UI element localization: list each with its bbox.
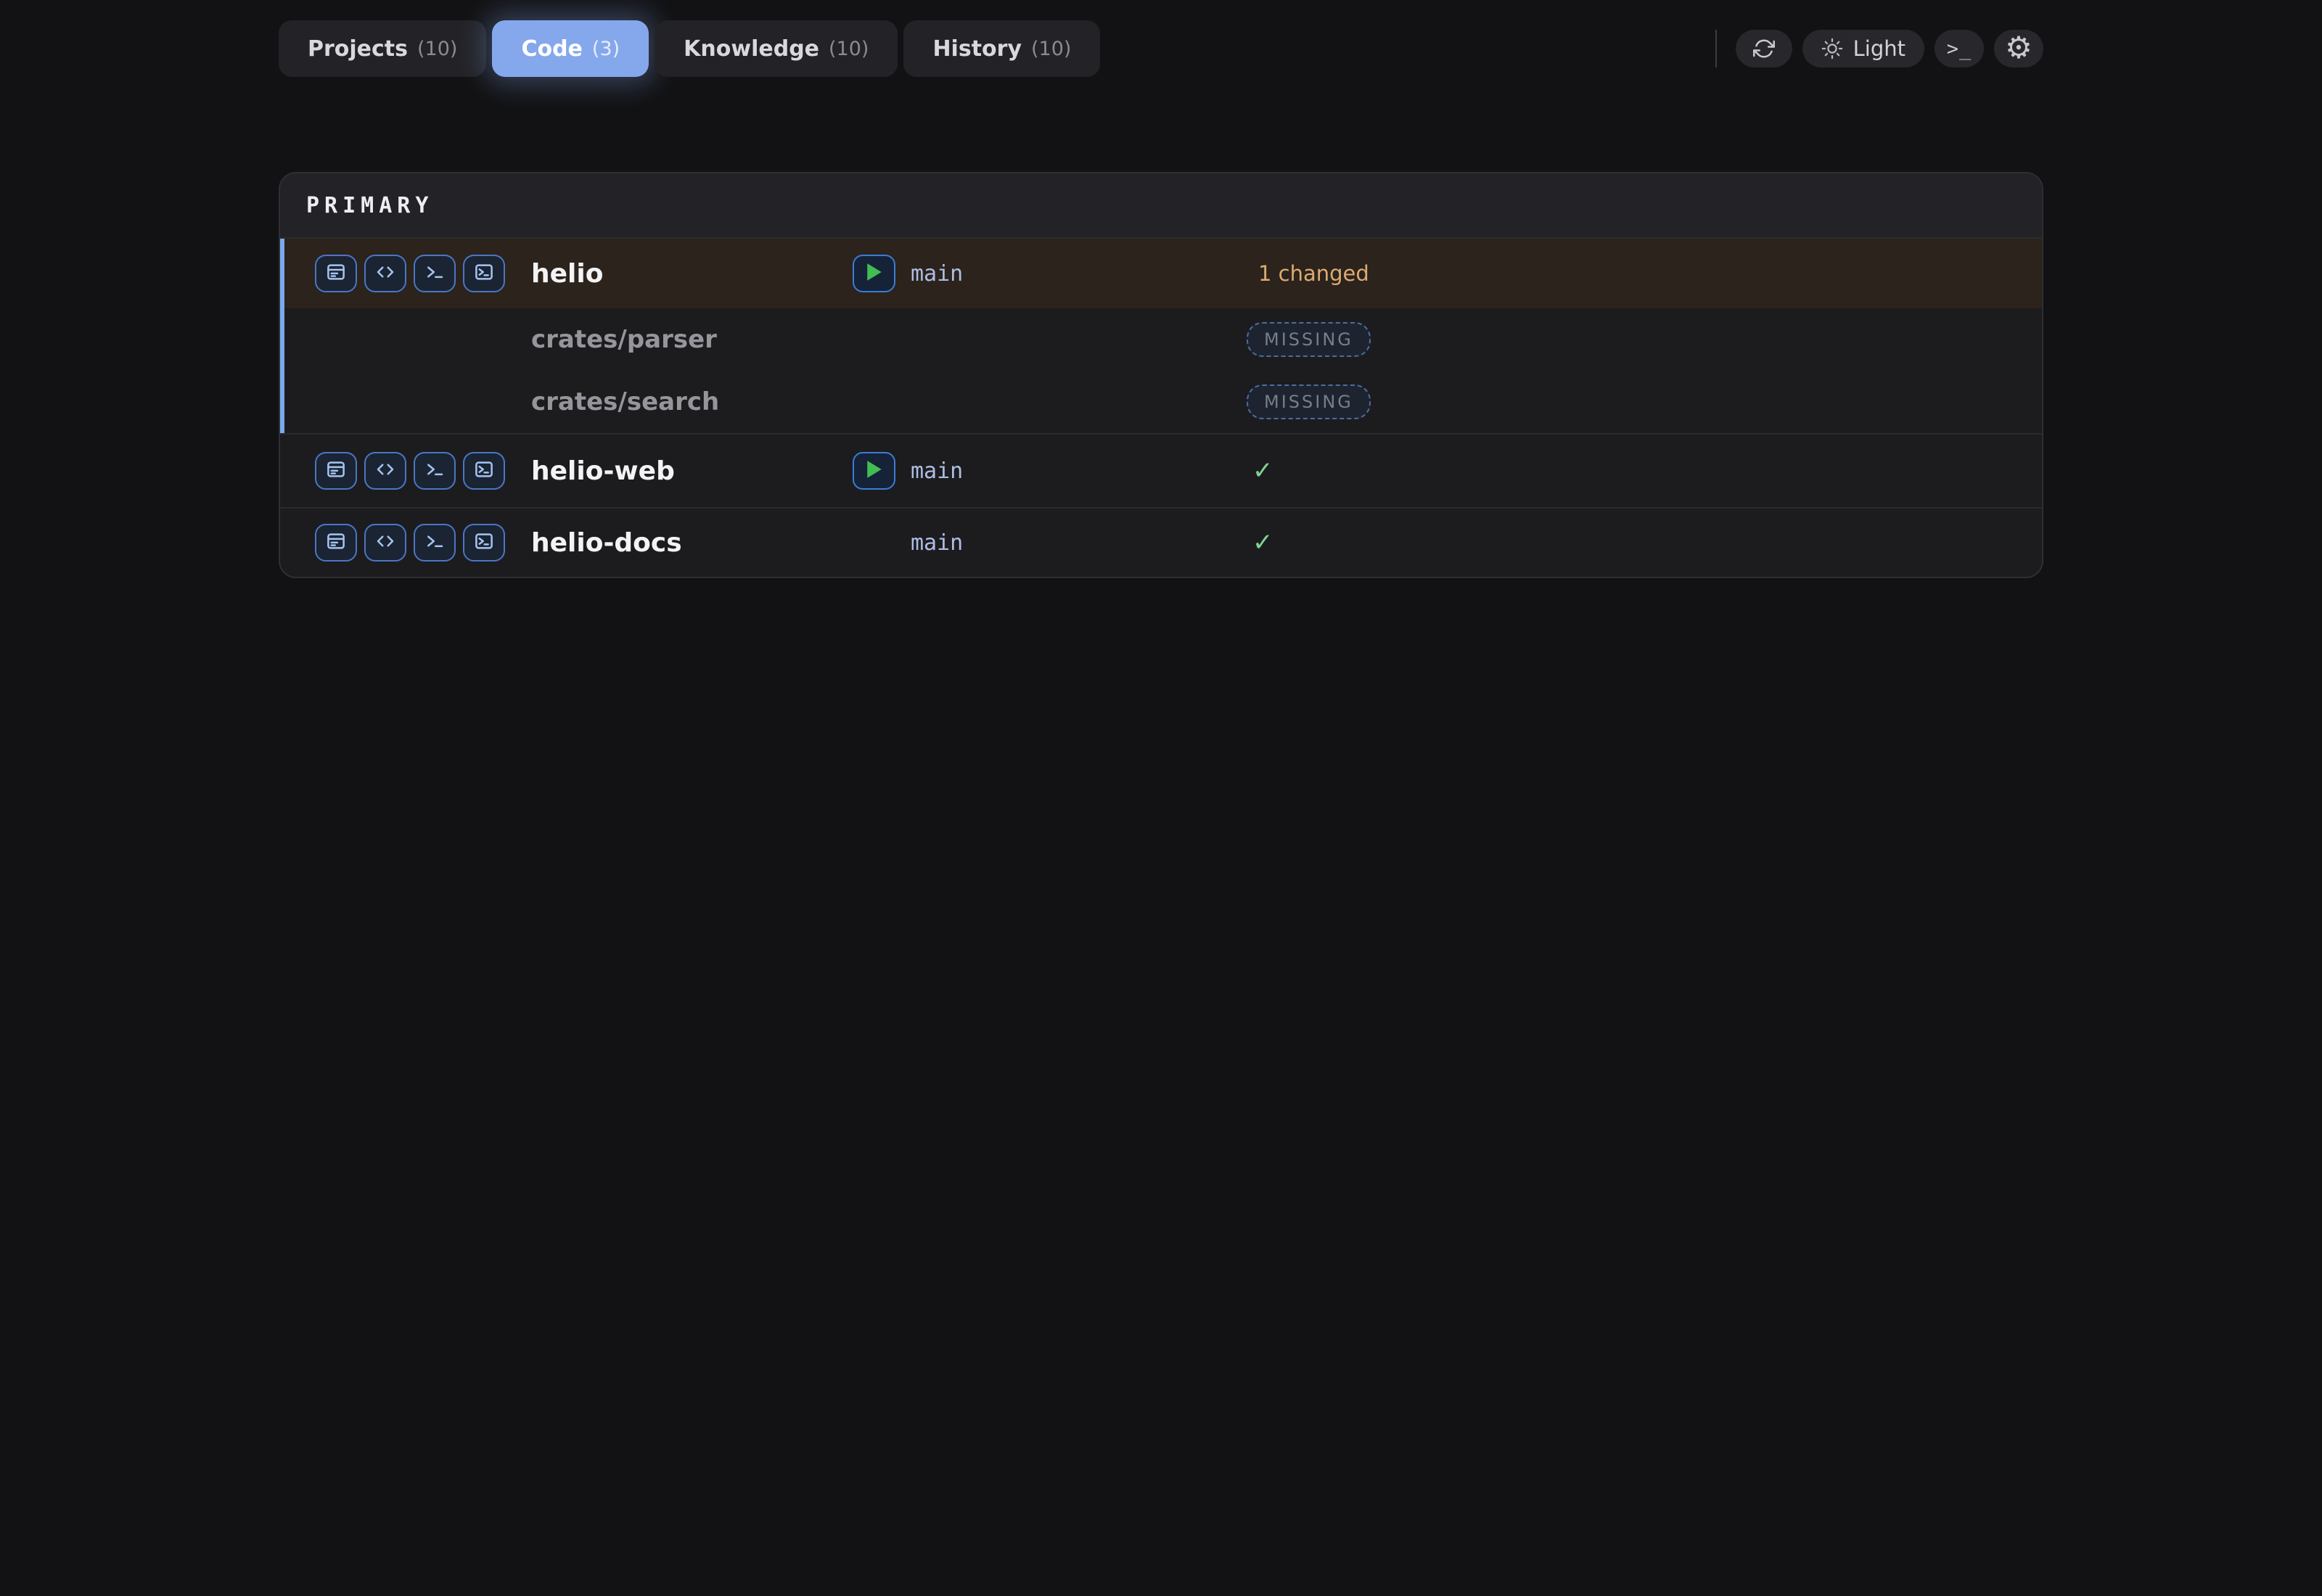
- terminal-button[interactable]: >_: [1935, 30, 1984, 67]
- tab-label: History: [932, 36, 1022, 62]
- selection-accent-bar: [280, 239, 284, 433]
- section-title: PRIMARY: [306, 193, 433, 218]
- code-icon: [374, 458, 396, 483]
- terminal-icon: [424, 458, 446, 483]
- tab-history[interactable]: History (10): [903, 20, 1100, 77]
- panel-icon: [325, 458, 347, 483]
- branch-label: main: [911, 261, 963, 287]
- open-terminal-window-button[interactable]: [463, 524, 505, 562]
- code-icon: [374, 261, 396, 286]
- tab-projects[interactable]: Projects (10): [279, 20, 486, 77]
- repo-row-helio[interactable]: helio main 1 changed: [280, 239, 2042, 308]
- repo-row-helio-docs[interactable]: helio-docs main ✓: [280, 509, 2042, 577]
- open-code-button[interactable]: [364, 524, 406, 562]
- branch-cell: main: [853, 452, 1247, 490]
- section-header: PRIMARY: [280, 173, 2042, 239]
- panel-icon: [325, 261, 347, 286]
- terminal-window-icon: [473, 458, 495, 483]
- open-terminal-window-button[interactable]: [463, 255, 505, 292]
- branch-cell: main: [853, 524, 1247, 562]
- repo-row-helio-web[interactable]: helio-web main ✓: [280, 435, 2042, 509]
- status-cell: MISSING: [1247, 322, 2042, 357]
- play-icon: [866, 460, 882, 482]
- run-button[interactable]: [853, 255, 895, 292]
- sun-icon: [1821, 38, 1843, 59]
- missing-badge: MISSING: [1247, 384, 1371, 419]
- tab-label: Code: [521, 36, 582, 62]
- terminal-window-icon: [473, 261, 495, 286]
- repo-name: helio-docs: [531, 528, 853, 558]
- primary-section-card: PRIMARY: [279, 172, 2043, 578]
- tab-count: (3): [592, 38, 620, 60]
- open-terminal-button[interactable]: [414, 524, 456, 562]
- repo-group-helio: helio main 1 changed crates/parser: [280, 239, 2042, 435]
- tab-label: Projects: [308, 36, 408, 62]
- open-terminal-window-button[interactable]: [463, 452, 505, 490]
- code-icon: [374, 530, 396, 555]
- tab-bar: Projects (10) Code (3) Knowledge (10) Hi…: [279, 20, 1100, 77]
- terminal-window-icon: [473, 530, 495, 555]
- topbar: Projects (10) Code (3) Knowledge (10) Hi…: [279, 20, 2043, 77]
- open-panel-button[interactable]: [315, 255, 357, 292]
- play-icon: [866, 263, 882, 284]
- tab-count: (10): [1031, 38, 1071, 60]
- terminal-prompt-glyph: >_: [1947, 38, 1972, 60]
- settings-button[interactable]: ⚙: [1994, 30, 2043, 67]
- theme-toggle-button[interactable]: Light: [1802, 30, 1924, 67]
- run-button-placeholder: [853, 524, 895, 562]
- repo-action-buttons: [315, 524, 531, 562]
- subrepo-row-crates-search[interactable]: crates/search MISSING: [280, 371, 2042, 433]
- panel-icon: [325, 530, 347, 555]
- tab-count: (10): [829, 38, 869, 60]
- status-cell: 1 changed: [1247, 261, 2042, 286]
- repo-action-buttons: [315, 255, 531, 292]
- open-terminal-button[interactable]: [414, 255, 456, 292]
- open-code-button[interactable]: [364, 452, 406, 490]
- repo-name: helio-web: [531, 456, 853, 486]
- branch-label: main: [911, 530, 963, 556]
- topbar-actions: Light >_ ⚙: [1715, 30, 2043, 67]
- open-terminal-button[interactable]: [414, 452, 456, 490]
- repo-name: helio: [531, 259, 853, 289]
- subrepo-row-crates-parser[interactable]: crates/parser MISSING: [280, 308, 2042, 371]
- theme-label: Light: [1853, 36, 1905, 61]
- missing-badge: MISSING: [1247, 322, 1371, 357]
- topbar-divider: [1715, 30, 1717, 67]
- open-panel-button[interactable]: [315, 524, 357, 562]
- refresh-button[interactable]: [1736, 30, 1792, 67]
- run-button[interactable]: [853, 452, 895, 490]
- gear-icon: ⚙: [2005, 33, 2032, 63]
- check-icon: ✓: [1252, 528, 1273, 557]
- status-cell: ✓: [1247, 528, 2042, 557]
- tab-count: (10): [417, 38, 457, 60]
- tab-label: Knowledge: [684, 36, 819, 62]
- tab-code[interactable]: Code (3): [492, 20, 649, 77]
- repo-action-buttons: [315, 452, 531, 490]
- tab-knowledge[interactable]: Knowledge (10): [655, 20, 898, 77]
- terminal-icon: [424, 261, 446, 286]
- changed-status: 1 changed: [1258, 261, 1369, 286]
- branch-label: main: [911, 458, 963, 484]
- subrepo-name: crates/parser: [531, 325, 853, 354]
- status-cell: ✓: [1247, 456, 2042, 485]
- branch-cell: main: [853, 255, 1247, 292]
- open-code-button[interactable]: [364, 255, 406, 292]
- sync-icon: [1753, 38, 1775, 59]
- terminal-icon: [424, 530, 446, 555]
- status-cell: MISSING: [1247, 384, 2042, 419]
- open-panel-button[interactable]: [315, 452, 357, 490]
- subrepo-name: crates/search: [531, 387, 853, 416]
- check-icon: ✓: [1252, 456, 1273, 485]
